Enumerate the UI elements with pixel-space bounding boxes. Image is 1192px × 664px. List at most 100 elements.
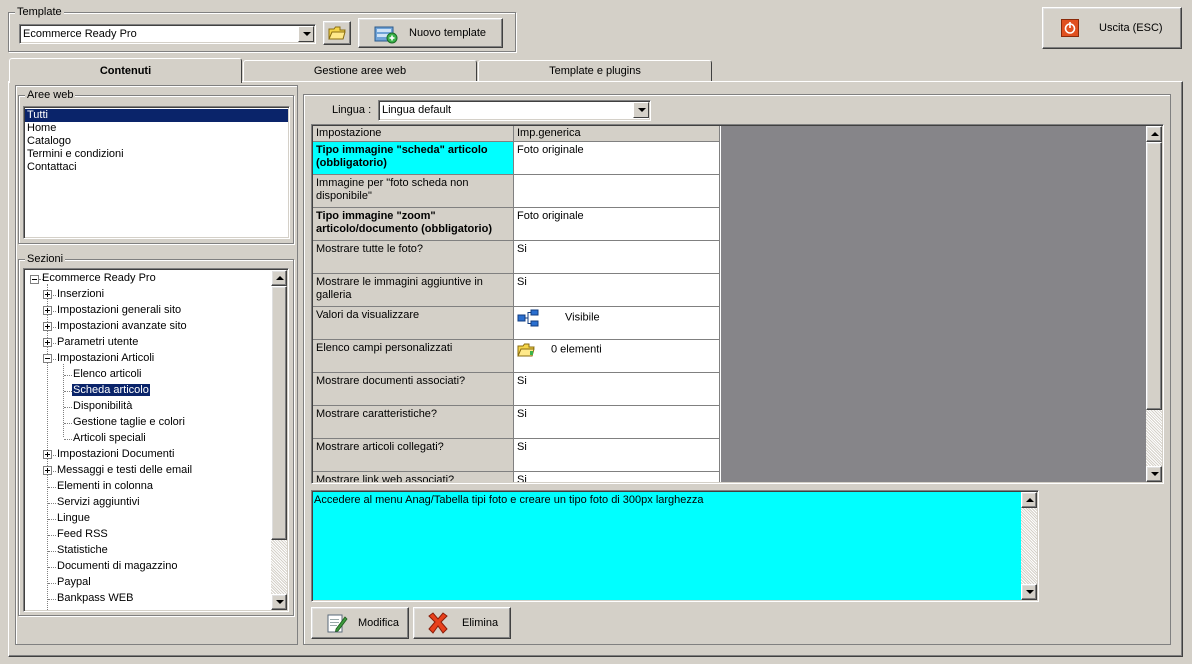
tree-node[interactable]: Documenti di magazzino	[56, 558, 178, 574]
language-select-dropdown-button[interactable]	[633, 102, 649, 118]
tree-node[interactable]: Gestione taglie e colori	[72, 414, 186, 430]
area-item[interactable]: Termini e condizioni	[25, 148, 288, 161]
tree-node[interactable]: Scheda articolo	[71, 382, 151, 398]
grid-setting-cell[interactable]: Mostrare documenti associati?	[313, 373, 514, 406]
tree-node-label: Inserzioni	[57, 288, 105, 300]
areas-list[interactable]: Tutti Home Catalogo Termini e condizioni Con…	[23, 106, 290, 239]
tree-node[interactable]: Impostazioni Documenti	[56, 446, 175, 462]
tree-line	[64, 375, 72, 376]
tree-expand-toggle[interactable]	[43, 322, 52, 331]
scroll-down-button[interactable]	[1146, 466, 1162, 482]
tree-node[interactable]: Messaggi e testi delle email	[56, 462, 193, 478]
area-item[interactable]: Contattaci	[25, 161, 288, 174]
grid-setting-cell[interactable]: Mostrare articoli collegati?	[313, 439, 514, 472]
tree-node[interactable]: Elenco articoli	[72, 366, 142, 382]
grid-value-cell[interactable]: 0 elementi	[514, 340, 720, 373]
grid-value-cell[interactable]: Foto originale	[514, 208, 720, 241]
edit-button[interactable]: Modifica	[311, 607, 409, 639]
tree-node[interactable]: Feed RSS	[56, 526, 109, 542]
sections-scrollbar[interactable]	[271, 270, 287, 610]
template-select[interactable]: Ecommerce Ready Pro	[19, 24, 316, 44]
scroll-down-button[interactable]	[271, 594, 287, 610]
scroll-up-button[interactable]	[271, 270, 287, 286]
grid-value-cell[interactable]: Si	[514, 274, 720, 307]
tree-node[interactable]: Paypal	[56, 574, 92, 590]
tree-node-label: Impostazioni Documenti	[57, 448, 175, 460]
grid-header-value-label: Imp.generica	[517, 127, 581, 139]
language-select[interactable]: Lingua default	[378, 100, 651, 121]
area-item[interactable]: Home	[25, 122, 288, 135]
grid-value-cell[interactable]: Visibile	[514, 307, 720, 340]
tree-collapse-toggle[interactable]	[43, 354, 52, 363]
grid-value-cell[interactable]: Si	[514, 406, 720, 439]
tree-node[interactable]: Articoli speciali	[72, 430, 147, 446]
area-item[interactable]: Tutti	[25, 109, 288, 122]
tree-root[interactable]: Ecommerce Ready Pro	[41, 270, 157, 286]
tab-contenuti[interactable]: Contenuti	[9, 58, 242, 83]
grid-value-cell[interactable]	[514, 175, 720, 208]
area-item[interactable]: Catalogo	[25, 135, 288, 148]
tree-node[interactable]: Impostazioni generali sito	[56, 302, 182, 318]
tree-node[interactable]: Statistiche	[56, 542, 109, 558]
delete-button[interactable]: Elimina	[413, 607, 511, 639]
open-template-folder-button[interactable]	[323, 21, 351, 45]
grid-setting-cell[interactable]: Tipo immagine "scheda" articolo (obbliga…	[313, 142, 514, 175]
grid-setting-cell[interactable]: Valori da visualizzare	[313, 307, 514, 340]
tree-node[interactable]: Impostazioni avanzate sito	[56, 318, 188, 334]
tree-node-label: Feed RSS	[57, 528, 108, 540]
grid-value-cell[interactable]: Si	[514, 241, 720, 274]
grid-value-cell[interactable]: Si	[514, 439, 720, 472]
tree-line	[48, 519, 56, 520]
tree-node[interactable]: Disponibilità	[72, 398, 133, 414]
new-template-button[interactable]: Nuovo template	[358, 18, 503, 48]
tree-collapse-root[interactable]	[30, 275, 39, 284]
template-select-dropdown-button[interactable]	[298, 26, 314, 42]
grid-setting-cell[interactable]: Elenco campi personalizzati	[313, 340, 514, 373]
tree-expand-toggle[interactable]	[43, 450, 52, 459]
sections-tree[interactable]: Ecommerce Ready Pro Inserzioni Impostazio…	[23, 268, 289, 612]
scroll-up-button[interactable]	[1146, 126, 1162, 142]
grid-setting-cell[interactable]: Immagine per "foto scheda non disponibil…	[313, 175, 514, 208]
folder-icon	[517, 343, 535, 357]
scroll-thumb[interactable]	[271, 286, 287, 540]
grid-header-setting[interactable]: Impostazione	[313, 126, 514, 142]
description-scrollbar[interactable]	[1021, 492, 1037, 600]
chevron-up-icon	[1026, 498, 1034, 502]
grid-header-value[interactable]: Imp.generica	[514, 126, 720, 142]
grid-value-cell[interactable]: Si	[514, 472, 720, 482]
grid-setting-cell[interactable]: Mostrare link web associati?	[313, 472, 514, 482]
tab-template-e-plugins[interactable]: Template e plugins	[478, 60, 712, 81]
grid-setting-cell[interactable]: Mostrare caratteristiche?	[313, 406, 514, 439]
description-memo[interactable]: Accedere al menu Anag/Tabella tipi foto …	[311, 490, 1039, 602]
tree-expand-toggle[interactable]	[43, 466, 52, 475]
tree-node[interactable]: Elementi in colonna	[56, 478, 154, 494]
scroll-down-button[interactable]	[1021, 584, 1037, 600]
language-select-value: Lingua default	[382, 104, 452, 116]
exit-button[interactable]: Uscita (ESC)	[1042, 7, 1182, 49]
tree-node[interactable]: Servizi aggiuntivi	[56, 494, 141, 510]
grid-setting-cell[interactable]: Tipo immagine "zoom" articolo/documento …	[313, 208, 514, 241]
tree-line	[48, 503, 56, 504]
tree-node[interactable]: Bankpass WEB	[56, 590, 134, 606]
tab-gestione-aree-web-label: Gestione aree web	[313, 65, 407, 77]
tree-expand-toggle[interactable]	[43, 306, 52, 315]
settings-grid[interactable]: Impostazione Imp.generica Tipo immagine …	[311, 124, 1164, 484]
tree-node[interactable]: Inserzioni	[56, 286, 105, 302]
tree-expand-toggle[interactable]	[43, 290, 52, 299]
tree-node[interactable]: Lingue	[56, 510, 91, 526]
power-icon	[1061, 19, 1079, 37]
tab-gestione-aree-web[interactable]: Gestione aree web	[243, 60, 477, 81]
tree-node-label: Statistiche	[57, 544, 108, 556]
tree-node[interactable]: Impostazioni Articoli	[56, 350, 155, 366]
grid-scrollbar[interactable]	[1146, 126, 1162, 482]
tree-expand-toggle[interactable]	[43, 338, 52, 347]
grid-setting-cell[interactable]: Mostrare tutte le foto?	[313, 241, 514, 274]
scroll-thumb[interactable]	[1146, 142, 1162, 410]
grid-value-cell[interactable]: Foto originale	[514, 142, 720, 175]
tree-root-label: Ecommerce Ready Pro	[42, 272, 156, 284]
tree-node[interactable]: Parametri utente	[56, 334, 139, 350]
tree-node-label: Impostazioni Articoli	[57, 352, 155, 364]
grid-value-cell[interactable]: Si	[514, 373, 720, 406]
grid-setting-cell[interactable]: Mostrare le immagini aggiuntive in galle…	[313, 274, 514, 307]
scroll-up-button[interactable]	[1021, 492, 1037, 508]
